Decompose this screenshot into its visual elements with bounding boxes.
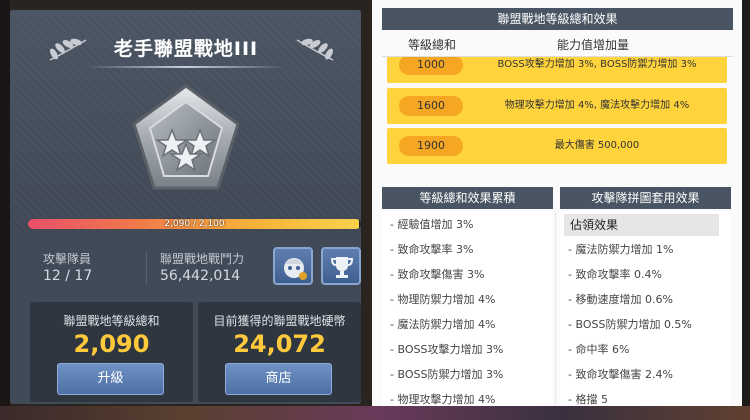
list-item: - BOSS防禦力增加 3% [390, 368, 504, 381]
occupation-effect-subheader: 佔領效果 [564, 214, 719, 236]
background-left [0, 0, 10, 420]
squad-icon [284, 258, 307, 280]
squad-button[interactable] [273, 247, 313, 285]
tier-effect: 物理攻擊力增加 4%, 魔法攻擊力增加 4% [504, 100, 690, 111]
list-item: - 致命攻擊傷害 2.4% [568, 368, 673, 381]
list-item: - 經驗值增加 3% [390, 218, 474, 231]
list-item: - 致命攻擊率 0.4% [568, 268, 662, 281]
puzzle-effects-list[interactable]: 佔領效果 - 魔法防禦力增加 1% - 致命攻擊率 0.4% - 移動速度增加 … [560, 212, 731, 406]
coins-label: 目前獲得的聯盟戰地硬幣 [213, 314, 346, 328]
accumulated-effects-list[interactable]: - 經驗值增加 3% - 致命攻擊率 3% - 致命攻擊傷害 3% - 物理防禦… [382, 212, 553, 406]
tier-level: 1900 [399, 136, 463, 156]
coins-card: 目前獲得的聯盟戰地硬幣 24,072 商店 [198, 302, 361, 402]
list-item: - 格擋 5 [568, 393, 608, 406]
upgrade-button[interactable]: 升級 [57, 363, 164, 395]
background-right [742, 0, 750, 420]
list-item: - BOSS防禦力增加 0.5% [568, 318, 692, 331]
list-item: - 致命攻擊傷害 3% [390, 268, 485, 281]
accumulated-effects-header: 等級總和效果累積 [382, 187, 553, 209]
union-info-panel: 老手聯盟戰地III 2,090 / 2,100 攻擊隊員 12 / 17 聯盟戰… [10, 10, 361, 404]
title-underline [86, 66, 286, 68]
stat-divider [146, 252, 147, 284]
list-item: - 物理攻擊力增加 4% [390, 393, 496, 406]
tier-level: 1000 [399, 57, 463, 75]
attack-team-stat: 攻擊隊員 12 / 17 [43, 251, 92, 285]
trophy-button[interactable] [321, 247, 361, 285]
col-level-total: 等級總和 [408, 38, 457, 52]
list-item: - 移動速度增加 0.6% [568, 293, 673, 306]
effects-area: 聯盟戰地等級總和效果 等級總和 能力值增加量 1000 BOSS攻擊力增加 3%… [372, 0, 742, 406]
trophy-icon [330, 257, 354, 278]
list-divider [555, 212, 556, 406]
level-total-value: 2,090 [73, 330, 150, 358]
attack-team-value: 12 / 17 [43, 268, 93, 284]
level-effects-header: 聯盟戰地等級總和效果 [382, 8, 733, 30]
list-item: - 命中率 6% [568, 343, 630, 356]
laurel-icon [296, 38, 334, 61]
tier-row: 1600 物理攻擊力增加 4%, 魔法攻擊力增加 4% [387, 88, 727, 124]
coins-value: 24,072 [233, 330, 326, 358]
combat-power-stat: 聯盟戰地戰鬥力 56,442,014 [160, 251, 244, 285]
list-item: - 致命攻擊率 3% [390, 243, 474, 256]
puzzle-effects-header: 攻擊隊拼圖套用效果 [560, 187, 731, 209]
tier-level: 1600 [399, 96, 463, 116]
list-item: - 魔法防禦力增加 1% [568, 243, 674, 256]
pentagon-emblem-icon [132, 84, 240, 190]
col-effect: 能力值增加量 [557, 38, 630, 52]
tier-row: 1000 BOSS攻擊力增加 3%, BOSS防禦力增加 3% [387, 57, 727, 83]
list-item: - 魔法防禦力增加 4% [390, 318, 496, 331]
level-total-label: 聯盟戰地等級總和 [63, 314, 160, 328]
union-rank-title: 老手聯盟戰地III [113, 38, 259, 60]
level-total-card: 聯盟戰地等級總和 2,090 升級 [30, 302, 193, 402]
attack-team-label: 攻擊隊員 [43, 252, 92, 266]
background-bottom [0, 406, 750, 420]
list-item: - 物理防禦力增加 4% [390, 293, 496, 306]
list-item: - BOSS攻擊力增加 3% [390, 343, 504, 356]
tier-row: 1900 最大傷害 500,000 [387, 128, 727, 164]
tier-effect: BOSS攻擊力增加 3%, BOSS防禦力增加 3% [497, 59, 697, 70]
laurel-icon [49, 38, 87, 61]
level-effects-list[interactable]: 1000 BOSS攻擊力增加 3%, BOSS防禦力增加 3% 1600 物理攻… [382, 57, 733, 177]
combat-power-label: 聯盟戰地戰鬥力 [160, 252, 245, 266]
level-progress-text: 2,090 / 2,100 [164, 219, 225, 229]
tier-effect: 最大傷害 500,000 [554, 140, 640, 151]
shop-button[interactable]: 商店 [225, 363, 332, 395]
combat-power-value: 56,442,014 [160, 268, 241, 284]
